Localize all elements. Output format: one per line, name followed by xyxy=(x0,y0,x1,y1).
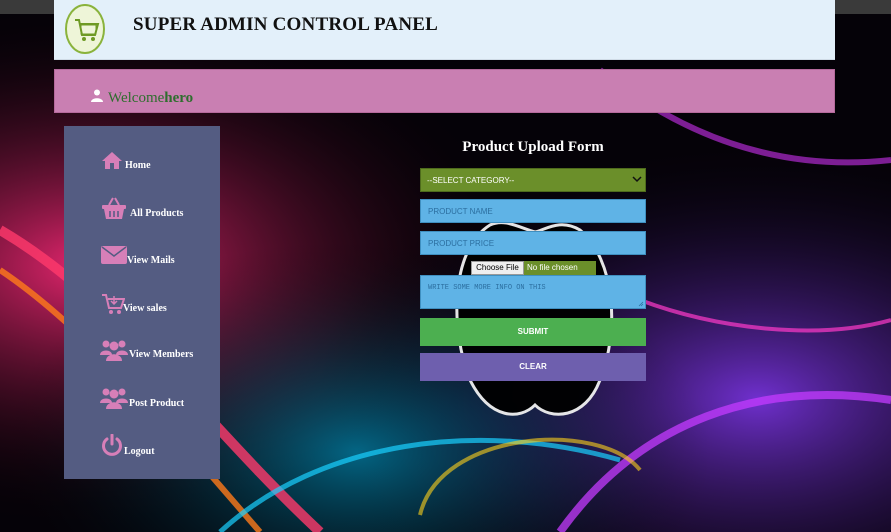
chevron-down-icon xyxy=(632,176,642,183)
members-icon xyxy=(100,340,128,361)
sidebar-nav: Home All Products View Mails View sales xyxy=(64,126,220,479)
power-icon xyxy=(102,434,122,456)
sidebar-item-view-sales[interactable]: View sales xyxy=(64,292,220,326)
product-name-placeholder: PRODUCT NAME xyxy=(428,207,493,216)
sidebar-item-label: View Members xyxy=(129,349,194,360)
product-info-placeholder: WRITE SOME MORE INFO ON THIS xyxy=(428,284,546,292)
resize-grip-icon[interactable] xyxy=(638,301,644,307)
sidebar-item-label: Post Product xyxy=(129,398,185,409)
category-select-value: --SELECT CATEGORY-- xyxy=(427,176,515,185)
clear-button[interactable]: CLEAR xyxy=(420,353,646,381)
welcome-username: hero xyxy=(164,90,194,106)
sidebar-item-label: Home xyxy=(125,160,151,171)
product-name-input[interactable]: PRODUCT NAME xyxy=(420,199,646,223)
product-info-textarea[interactable]: WRITE SOME MORE INFO ON THIS xyxy=(420,275,646,309)
sidebar-item-logout[interactable]: Logout xyxy=(64,434,220,468)
product-price-placeholder: PRODUCT PRICE xyxy=(428,239,495,248)
welcome-message: Welcomehero xyxy=(108,90,193,107)
cart-icon xyxy=(102,294,125,314)
mail-icon xyxy=(101,246,127,264)
sidebar-item-home[interactable]: Home xyxy=(64,149,220,183)
group-icon xyxy=(100,388,128,409)
welcome-bar: Welcomehero xyxy=(54,69,835,113)
sidebar-item-view-mails[interactable]: View Mails xyxy=(64,244,220,278)
form-title: Product Upload Form xyxy=(462,139,604,155)
sidebar-item-label: All Products xyxy=(130,208,184,219)
page-title: SUPER ADMIN CONTROL PANEL xyxy=(133,14,438,35)
file-status-text: No file chosen xyxy=(524,261,596,275)
welcome-greeting: Welcome xyxy=(108,90,165,106)
basket-icon xyxy=(102,197,126,219)
choose-file-button[interactable]: Choose File xyxy=(471,261,524,275)
home-icon xyxy=(102,152,122,169)
sidebar-item-all-products[interactable]: All Products xyxy=(64,196,220,230)
sidebar-item-post-product[interactable]: Post Product xyxy=(64,387,220,421)
sidebar-item-label: Logout xyxy=(124,446,155,457)
app-header: SUPER ADMIN CONTROL PANEL xyxy=(54,0,835,60)
sidebar-item-label: View sales xyxy=(123,303,167,314)
submit-button[interactable]: SUBMIT xyxy=(420,318,646,346)
shopping-cart-logo-icon xyxy=(65,4,105,54)
user-icon xyxy=(91,89,103,102)
sidebar-item-label: View Mails xyxy=(127,255,175,266)
sidebar-item-view-members[interactable]: View Members xyxy=(64,339,220,373)
category-select[interactable]: --SELECT CATEGORY-- xyxy=(420,168,646,192)
product-price-input[interactable]: PRODUCT PRICE xyxy=(420,231,646,255)
